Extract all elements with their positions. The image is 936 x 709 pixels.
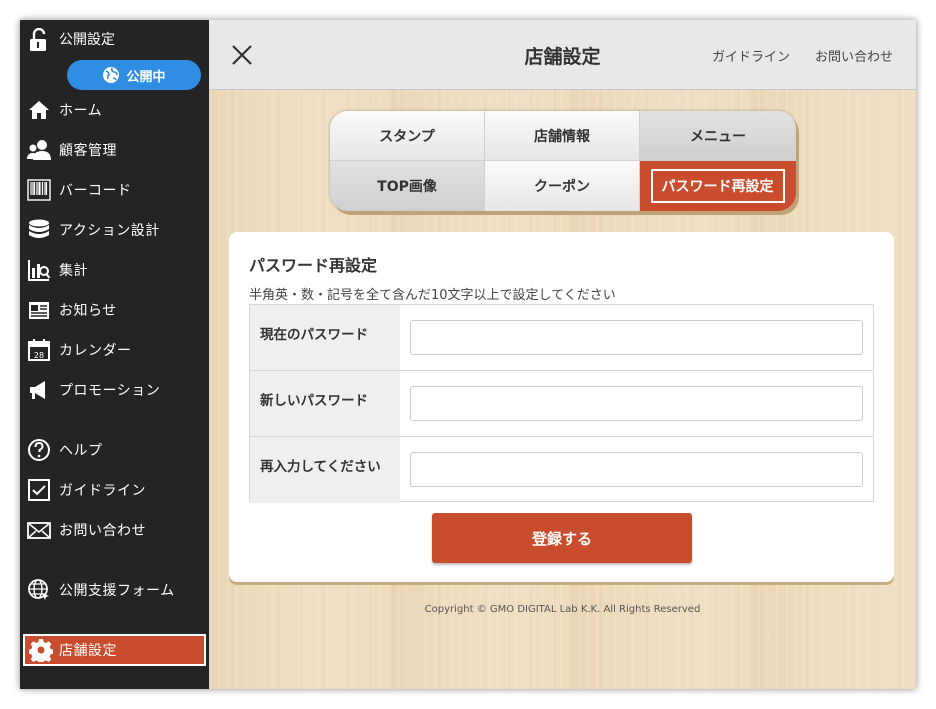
new-password-label: 新しいパスワード: [250, 371, 400, 436]
database-icon: [27, 218, 51, 242]
sidebar-item-label: ガイドライン: [59, 483, 146, 499]
sidebar-item-label: 店舗設定: [59, 643, 117, 659]
tab-password-reset[interactable]: パスワード再設定: [640, 161, 796, 211]
sidebar-item-contact[interactable]: お問い合わせ: [20, 514, 209, 546]
sidebar-item-guideline[interactable]: ガイドライン: [20, 474, 209, 506]
sidebar-item-label: 集計: [59, 263, 88, 279]
news-icon: [27, 298, 51, 322]
settings-tabs: スタンプ 店舗情報 メニュー TOP画像 クーポン パスワード再設定: [330, 111, 796, 211]
sidebar-item-label: お問い合わせ: [59, 523, 146, 539]
sidebar-item-label: プロモーション: [59, 383, 161, 399]
home-icon: [27, 98, 51, 122]
checkbox-icon: [27, 478, 51, 502]
sidebar-item-action-design[interactable]: アクション設計: [20, 214, 209, 246]
sidebar-item-customers[interactable]: 顧客管理: [20, 134, 209, 166]
app-window: 公開設定 公開中 ホーム 顧客管理 バーコード アクション設計 集計 お知らせ …: [20, 20, 916, 689]
tab-stamp[interactable]: スタンプ: [330, 111, 485, 161]
sidebar-item-news[interactable]: お知らせ: [20, 294, 209, 326]
guideline-link[interactable]: ガイドライン: [712, 46, 790, 65]
form-row-new-password: 新しいパスワード: [250, 371, 873, 437]
publish-status: 公開設定 公開中: [20, 20, 209, 92]
sidebar: 公開設定 公開中 ホーム 顧客管理 バーコード アクション設計 集計 お知らせ …: [20, 20, 209, 689]
new-password-input[interactable]: [410, 386, 863, 421]
sidebar-item-label: お知らせ: [59, 303, 117, 319]
gear-icon: [29, 638, 53, 662]
confirm-password-label: 再入力してください: [250, 437, 400, 503]
svg-text:28: 28: [34, 351, 44, 360]
password-reset-card: パスワード再設定 半角英・数・記号を全て含んだ10文字以上で設定してください 現…: [229, 232, 894, 582]
register-button[interactable]: 登録する: [432, 513, 692, 563]
form-row-current-password: 現在のパスワード: [250, 305, 873, 371]
publish-setting-label: 公開設定: [59, 32, 115, 48]
sidebar-item-analytics[interactable]: 集計: [20, 254, 209, 286]
sidebar-item-label: バーコード: [59, 183, 132, 199]
form-row-confirm-password: 再入力してください: [250, 437, 873, 503]
sidebar-item-label: 顧客管理: [59, 143, 117, 159]
page-title: 店舗設定: [524, 46, 601, 68]
sidebar-item-label: アクション設計: [59, 223, 160, 239]
mail-icon: [27, 518, 51, 542]
sidebar-item-calendar[interactable]: 28 カレンダー: [20, 334, 209, 366]
confirm-password-input[interactable]: [410, 452, 863, 487]
unlock-icon: [30, 28, 46, 51]
publish-status-pill[interactable]: 公開中: [67, 60, 201, 90]
sidebar-item-promotion[interactable]: プロモーション: [20, 374, 209, 406]
sidebar-item-help[interactable]: ヘルプ: [20, 434, 209, 466]
top-header: 店舗設定 ガイドライン お問い合わせ: [209, 20, 916, 90]
barcode-icon: [27, 178, 51, 202]
tab-store-info[interactable]: 店舗情報: [485, 111, 640, 161]
globe-icon: [103, 67, 120, 83]
sidebar-item-label: カレンダー: [59, 343, 132, 359]
megaphone-icon: [27, 378, 51, 402]
current-password-input[interactable]: [410, 320, 863, 355]
password-form: 現在のパスワード 新しいパスワード 再入力してください: [249, 304, 874, 503]
close-icon[interactable]: [231, 44, 253, 66]
sidebar-item-store-settings[interactable]: 店舗設定: [23, 634, 206, 666]
contact-link[interactable]: お問い合わせ: [815, 46, 893, 65]
help-icon: [27, 438, 51, 462]
publish-status-text: 公開中: [126, 69, 166, 85]
calendar-icon: 28: [27, 338, 51, 362]
sidebar-item-label: 公開支援フォーム: [59, 583, 175, 599]
sidebar-item-label: ヘルプ: [59, 443, 103, 459]
tab-menu[interactable]: メニュー: [640, 111, 796, 161]
globe-icon: [27, 578, 51, 602]
copyright-text: Copyright © GMO DIGITAL Lab K.K. All Rig…: [424, 604, 701, 615]
sidebar-item-publish-support-form[interactable]: 公開支援フォーム: [20, 574, 209, 606]
customer-icon: [27, 138, 51, 162]
sidebar-item-label: ホーム: [59, 103, 103, 119]
tab-coupon[interactable]: クーポン: [485, 161, 640, 211]
tab-top-image[interactable]: TOP画像: [330, 161, 485, 211]
main-content: 店舗設定 ガイドライン お問い合わせ スタンプ 店舗情報 メニュー TOP画像 …: [209, 20, 916, 689]
sidebar-item-home[interactable]: ホーム: [20, 94, 209, 126]
form-title: パスワード再設定: [249, 256, 378, 275]
current-password-label: 現在のパスワード: [250, 305, 400, 370]
password-hint: 半角英・数・記号を全て含んだ10文字以上で設定してください: [249, 288, 616, 303]
chart-icon: [27, 258, 51, 282]
sidebar-item-barcode[interactable]: バーコード: [20, 174, 209, 206]
tab-label: パスワード再設定: [650, 168, 785, 203]
